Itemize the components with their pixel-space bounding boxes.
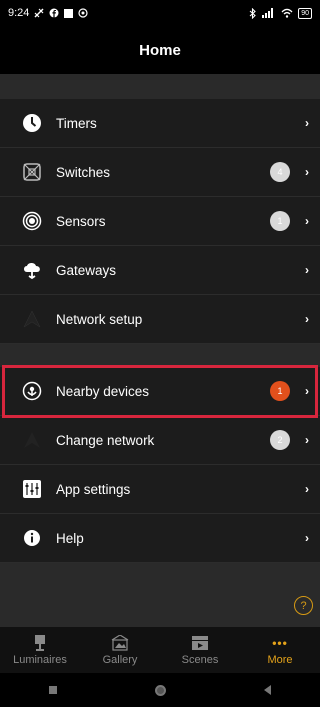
battery-icon: 90: [298, 7, 312, 19]
tab-label: Scenes: [181, 653, 219, 666]
menu-item-label: App settings: [56, 481, 131, 497]
menu-item-switches[interactable]: Switches 4 ›: [0, 148, 320, 197]
tab-luminaires[interactable]: Luminaires: [0, 627, 80, 673]
status-time: 9:24: [8, 7, 30, 19]
page-title: Home: [139, 41, 181, 59]
chevron-right-icon: ›: [305, 214, 309, 228]
network-icon: [22, 430, 42, 450]
nearby-devices-icon: [22, 381, 42, 401]
sensor-icon: [22, 211, 42, 231]
tab-scenes[interactable]: Scenes: [160, 627, 240, 673]
count-badge: 2: [270, 430, 290, 450]
menu-item-label: Sensors: [56, 213, 106, 229]
menu-item-network-setup[interactable]: Network setup ›: [0, 295, 320, 344]
facebook-icon: [49, 8, 59, 18]
count-badge: 4: [270, 162, 290, 182]
menu-item-sensors[interactable]: Sensors 1 ›: [0, 197, 320, 246]
recent-apps-icon[interactable]: [49, 686, 57, 694]
section-spacer-middle: [0, 344, 320, 367]
menu-item-label: Timers: [56, 115, 97, 131]
back-icon[interactable]: [264, 685, 271, 695]
app-notification-icon: [78, 8, 89, 18]
menu-item-timers[interactable]: Timers ›: [0, 99, 320, 148]
clapperboard-icon: [191, 635, 209, 651]
chevron-right-icon: ›: [305, 116, 309, 130]
cell-signal-icon: [262, 8, 274, 18]
tab-more[interactable]: ••• More: [240, 627, 320, 673]
lamp-icon: [33, 634, 47, 651]
menu-item-app-settings[interactable]: App settings ›: [0, 465, 320, 514]
menu-item-nearby-devices[interactable]: Nearby devices 1 ›: [0, 367, 320, 416]
count-badge: 1: [270, 211, 290, 231]
chevron-right-icon: ›: [305, 531, 309, 545]
menu-item-label: Network setup: [56, 311, 143, 327]
chevron-right-icon: ›: [305, 263, 309, 277]
status-left: 9:24: [8, 7, 89, 19]
menu-item-label: Help: [56, 530, 84, 546]
tab-label: Luminaires: [13, 653, 67, 666]
network-icon: [22, 309, 42, 329]
switch-icon: [22, 162, 42, 182]
tab-gallery[interactable]: Gallery: [80, 627, 160, 673]
settings-sliders-icon: [22, 479, 42, 499]
system-nav-bar: [0, 673, 320, 707]
menu-item-help[interactable]: Help ›: [0, 514, 320, 563]
no-signal-icon: [34, 8, 44, 18]
menu-item-label: Gateways: [56, 262, 117, 278]
menu-item-label: Nearby devices: [56, 383, 150, 399]
bottom-tab-bar: Luminaires Gallery Scenes ••• More: [0, 627, 320, 673]
chevron-right-icon: ›: [305, 384, 309, 398]
gateway-cloud-icon: [22, 260, 42, 280]
help-button[interactable]: ?: [294, 596, 313, 615]
info-icon: [22, 528, 42, 548]
menu-item-change-network[interactable]: Change network 2 ›: [0, 416, 320, 465]
tab-label: Gallery: [102, 653, 138, 666]
gallery-icon: [111, 634, 129, 651]
status-bar: 9:24 90: [0, 0, 320, 26]
more-dots-icon: •••: [272, 635, 288, 650]
wifi-icon: [281, 8, 293, 18]
status-right: 90: [249, 7, 312, 19]
tab-label: More: [267, 653, 293, 666]
home-icon[interactable]: [155, 684, 166, 696]
section-spacer-top: [0, 74, 320, 99]
chevron-right-icon: ›: [305, 165, 309, 179]
alert-badge: 1: [270, 381, 290, 401]
menu-item-label: Switches: [56, 164, 111, 180]
chevron-right-icon: ›: [305, 312, 309, 326]
app-header: Home: [0, 26, 320, 74]
notification-square-icon: [64, 8, 74, 18]
menu-item-label: Change network: [56, 432, 155, 448]
menu-item-gateways[interactable]: Gateways ›: [0, 246, 320, 295]
chevron-right-icon: ›: [305, 433, 309, 447]
question-mark-icon: ?: [300, 599, 307, 612]
section-spacer-bottom: [0, 563, 320, 627]
clock-icon: [22, 113, 42, 133]
bluetooth-icon: [249, 7, 257, 19]
chevron-right-icon: ›: [305, 482, 309, 496]
